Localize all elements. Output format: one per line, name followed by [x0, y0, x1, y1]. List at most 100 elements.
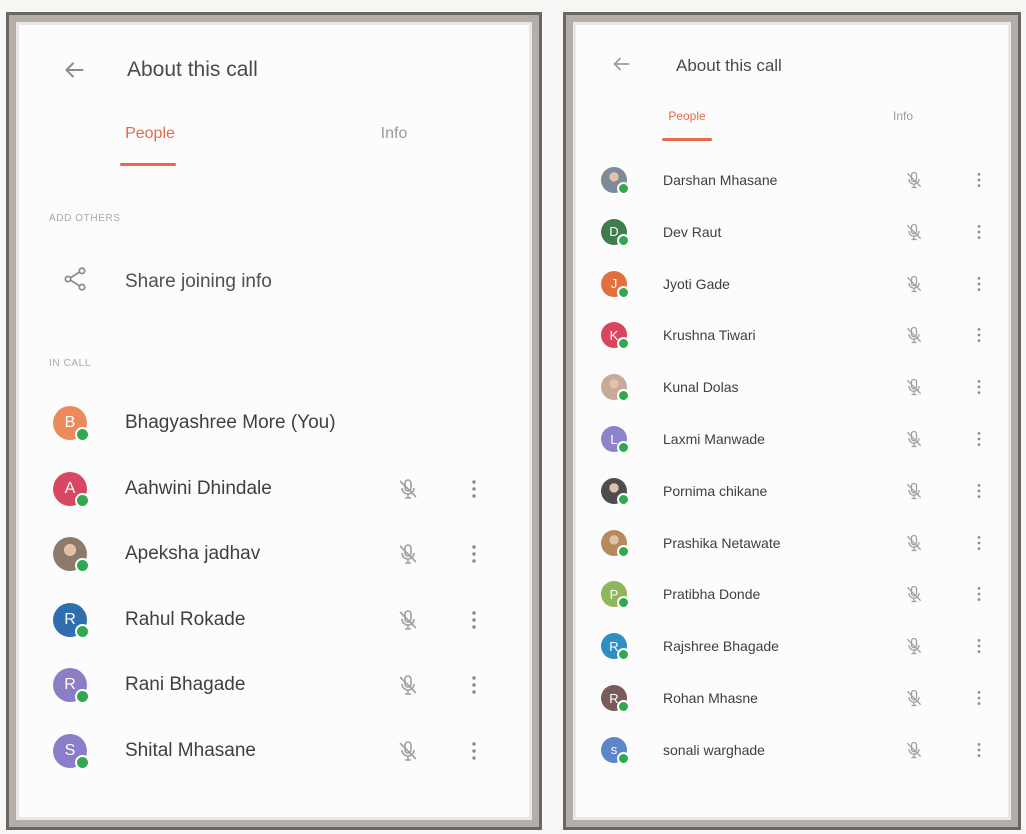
tab-info[interactable]: Info [359, 125, 429, 143]
mic-off-icon[interactable] [904, 426, 924, 452]
participant-name: Rohan Mhasne [663, 690, 758, 706]
more-vert-icon[interactable] [471, 668, 477, 702]
participant-row-pratibha-donde[interactable]: P Pratibha Donde [601, 581, 991, 610]
avatar: L [601, 426, 630, 454]
online-status-dot [75, 689, 90, 704]
more-vert-icon[interactable] [976, 219, 982, 245]
avatar: R [601, 633, 630, 662]
avatar: P [601, 581, 630, 610]
participant-name: Darshan Mhasane [663, 172, 778, 188]
right-panel: About this call People Info Darshan Mhas… [563, 12, 1021, 830]
tab-active-indicator [662, 138, 712, 141]
more-vert-icon[interactable] [976, 271, 982, 297]
participant-row-bhagyashree-more-you[interactable]: B Bhagyashree More (You) [53, 406, 493, 442]
online-status-dot [617, 751, 630, 765]
online-status-dot [617, 700, 630, 713]
online-status-dot [617, 544, 630, 558]
participant-row-rahul-rokade[interactable]: R Rahul Rokade [53, 602, 493, 639]
online-status-dot [617, 285, 630, 299]
page-title: About this call [676, 56, 782, 75]
avatar: S [53, 733, 90, 770]
mic-off-icon[interactable] [904, 167, 924, 193]
mic-off-icon[interactable] [904, 271, 924, 297]
participant-name: Rahul Rokade [125, 608, 246, 630]
participant-row-jyoti-gade[interactable]: J Jyoti Gade [601, 270, 991, 299]
participant-row-laxmi-manwade[interactable]: L Laxmi Manwade [601, 426, 991, 454]
mic-off-icon[interactable] [396, 603, 420, 637]
participant-row-aahwini-dhindale[interactable]: A Aahwini Dhindale [53, 471, 493, 508]
mic-off-icon[interactable] [904, 478, 924, 504]
participant-name: Apeksha jadhav [125, 543, 261, 564]
participant-row-pornima-chikane[interactable]: Pornima chikane [601, 477, 991, 506]
more-vert-icon[interactable] [471, 472, 477, 506]
participant-row-dev-raut[interactable]: D Dev Raut [601, 218, 991, 247]
section-label-in-call: IN CALL [49, 358, 91, 369]
mic-off-icon[interactable] [396, 734, 420, 768]
avatar: R [53, 668, 90, 704]
tab-people[interactable]: People [109, 125, 191, 143]
participant-row-darshan-mhasane[interactable]: Darshan Mhasane [601, 167, 991, 195]
share-joining-info-row[interactable]: Share joining info [61, 265, 272, 298]
mic-off-icon[interactable] [904, 374, 924, 400]
mic-off-icon[interactable] [904, 581, 924, 607]
participant-row-sonali-warghade[interactable]: s sonali warghade [601, 736, 991, 765]
participant-name: Pornima chikane [663, 482, 768, 499]
more-vert-icon[interactable] [976, 322, 982, 348]
share-joining-info-label: Share joining info [125, 270, 272, 292]
online-status-dot [617, 389, 630, 403]
header: About this call [61, 57, 258, 83]
participant-row-apeksha-jadhav[interactable]: Apeksha jadhav [53, 537, 493, 573]
more-vert-icon[interactable] [976, 633, 982, 659]
more-vert-icon[interactable] [976, 374, 982, 400]
participant-name: sonali warghade [663, 741, 765, 758]
participant-row-rajshree-bhagade[interactable]: R Rajshree Bhagade [601, 633, 991, 662]
avatar: D [601, 218, 630, 247]
back-arrow-icon[interactable] [610, 53, 636, 79]
more-vert-icon[interactable] [976, 581, 982, 607]
mic-off-icon[interactable] [904, 322, 924, 348]
header: About this call [610, 53, 782, 79]
mic-off-icon[interactable] [904, 219, 924, 245]
participant-row-krushna-tiwari[interactable]: K Krushna Tiwari [601, 322, 991, 351]
tab-info[interactable]: Info [878, 109, 928, 123]
online-status-dot [75, 427, 90, 442]
online-status-dot [617, 441, 630, 454]
participant-name: Rani Bhagade [125, 674, 246, 695]
more-vert-icon[interactable] [471, 603, 477, 637]
avatar: R [601, 685, 630, 713]
mic-off-icon[interactable] [396, 668, 420, 702]
mic-off-icon[interactable] [396, 472, 420, 506]
online-status-dot [75, 558, 90, 573]
avatar: R [53, 602, 90, 639]
tab-people[interactable]: People [652, 109, 722, 123]
more-vert-icon[interactable] [471, 734, 477, 768]
mic-off-icon[interactable] [904, 530, 924, 556]
more-vert-icon[interactable] [976, 426, 982, 452]
back-arrow-icon[interactable] [61, 57, 87, 83]
left-panel: About this call People Info ADD OTHERS S… [6, 12, 542, 830]
more-vert-icon[interactable] [976, 478, 982, 504]
participant-row-rani-bhagade[interactable]: R Rani Bhagade [53, 668, 493, 704]
participant-row-rohan-mhasne[interactable]: R Rohan Mhasne [601, 685, 991, 713]
more-vert-icon[interactable] [976, 685, 982, 711]
mic-off-icon[interactable] [904, 633, 924, 659]
mic-off-icon[interactable] [396, 537, 420, 571]
avatar: J [601, 270, 630, 299]
section-label-add-others: ADD OTHERS [49, 213, 121, 224]
participant-row-kunal-dolas[interactable]: Kunal Dolas [601, 374, 991, 403]
more-vert-icon[interactable] [976, 167, 982, 193]
participant-row-prashika-netawate[interactable]: Prashika Netawate [601, 529, 991, 558]
participant-name: Laxmi Manwade [663, 431, 765, 447]
participant-name: Rajshree Bhagade [663, 638, 779, 655]
more-vert-icon[interactable] [976, 737, 982, 763]
mic-off-icon[interactable] [904, 737, 924, 763]
avatar [601, 374, 630, 403]
more-vert-icon[interactable] [471, 537, 477, 571]
participant-row-shital-mhasane[interactable]: S Shital Mhasane [53, 733, 493, 770]
participant-name: Aahwini Dhindale [125, 477, 272, 499]
online-status-dot [617, 492, 630, 506]
online-status-dot [617, 648, 630, 662]
mic-off-icon[interactable] [904, 685, 924, 711]
more-vert-icon[interactable] [976, 530, 982, 556]
participant-name: Shital Mhasane [125, 739, 256, 761]
